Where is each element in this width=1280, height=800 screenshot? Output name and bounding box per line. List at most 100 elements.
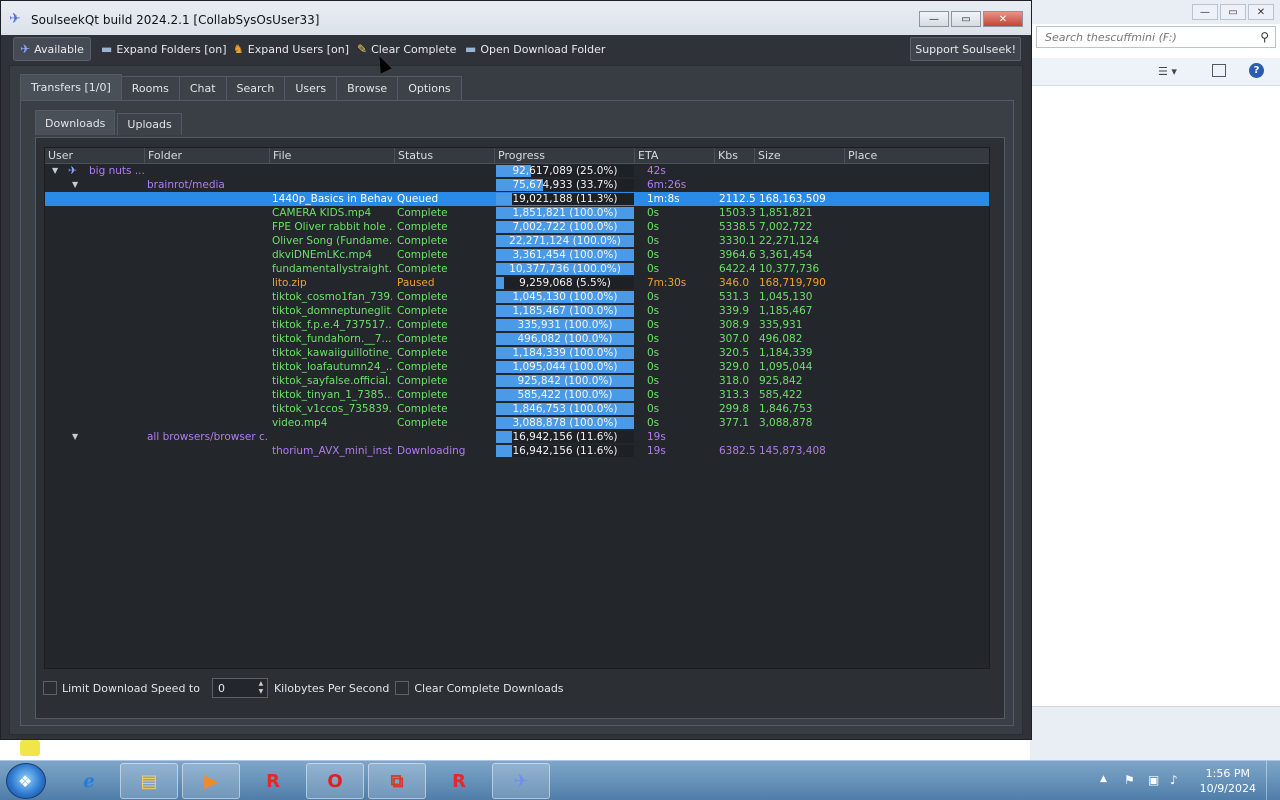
roblox-icon[interactable]: R	[244, 763, 302, 799]
expand-arrow-icon[interactable]: ▼	[52, 164, 58, 178]
show-hidden-icons-icon[interactable]: ▲	[1100, 774, 1107, 784]
open-download-folder-button[interactable]: ▬ Open Download Folder	[459, 37, 611, 61]
tab-downloads[interactable]: Downloads	[35, 110, 116, 135]
table-row[interactable]: 1440p_Basics in Behav... Queued 19,021,188…	[45, 192, 989, 206]
available-status-button[interactable]: ✈ Available	[13, 37, 91, 61]
limit-speed-checkbox[interactable]	[43, 681, 57, 695]
speed-limit-value: 0	[217, 682, 225, 695]
expand-arrow-icon[interactable]: ▼	[72, 430, 78, 444]
system-tray: ▲ ⚑ ▣ ♪ 1:56 PM 10/9/2024	[1090, 761, 1280, 800]
table-row[interactable]: lito.zip Paused 9,259,068 (5.5%) 7m:30s 346.…	[45, 276, 989, 290]
network-icon[interactable]: ▣	[1148, 773, 1159, 787]
size-text: 7,002,722	[759, 221, 813, 233]
tab-search[interactable]: Search	[225, 76, 286, 100]
table-row[interactable]: tiktok_sayfalse.official... Complete 925,8…	[45, 374, 989, 388]
kbs-text: 307.0	[719, 333, 750, 345]
eta-text: 19s	[647, 445, 666, 457]
soulseek-taskbar-icon[interactable]: ✈	[492, 763, 550, 799]
table-row[interactable]: tiktok_v1ccos_735839... Complete 1,846,753…	[45, 402, 989, 416]
tab-options[interactable]: Options	[397, 76, 462, 100]
clear-complete-button[interactable]: ✎ Clear Complete	[351, 37, 462, 61]
column-header-eta[interactable]: ETA	[635, 148, 715, 164]
folder-icon: ▬	[101, 42, 113, 56]
tab-uploads[interactable]: Uploads	[117, 113, 182, 135]
column-header-place[interactable]: Place	[845, 148, 989, 164]
opera-icon[interactable]: O	[306, 763, 364, 799]
roblox-studio-icon[interactable]: R	[430, 763, 488, 799]
table-row[interactable]: dkviDNEmLKc.mp4 Complete 3,361,454 (100.0%…	[45, 248, 989, 262]
table-row[interactable]: tiktok_loafautumn24_... Complete 1,095,044…	[45, 360, 989, 374]
explorer-maximize-button[interactable]: ▭	[1220, 4, 1246, 20]
file-explorer-icon[interactable]: ▤	[120, 763, 178, 799]
table-row[interactable]: thorium_AVX_mini_inst... Downloading 16,94…	[45, 444, 989, 458]
view-options-icon[interactable]: ☰ ▾	[1158, 65, 1177, 78]
spinner-arrows-icon[interactable]: ▲ ▼	[256, 680, 266, 696]
progress-text: 1,846,753 (100.0%)	[512, 403, 618, 415]
search-icon[interactable]: ⚲	[1260, 30, 1269, 44]
table-row[interactable]: tiktok_kawaiiguillotine_... Complete 1,184…	[45, 346, 989, 360]
expand-users-button[interactable]: ♞ Expand Users [on]	[227, 37, 355, 61]
soulseek-bird-icon: ✈	[20, 42, 31, 56]
preview-pane-icon[interactable]	[1212, 64, 1226, 77]
kbs-text: 318.0	[719, 375, 750, 387]
table-row[interactable]: video.mp4 Complete 3,088,878 (100.0%) 0s 377…	[45, 416, 989, 430]
table-row[interactable]: tiktok_fundahorn.__7... Complete 496,082 (…	[45, 332, 989, 346]
internet-explorer-icon[interactable]: ℯ	[60, 763, 118, 799]
explorer-minimize-button[interactable]: —	[1192, 4, 1218, 20]
close-button[interactable]: ✕	[983, 11, 1023, 27]
toolbox-icon[interactable]: ⧉	[368, 763, 426, 799]
start-button[interactable]: ❖	[6, 763, 46, 799]
tab-browse[interactable]: Browse	[336, 76, 399, 100]
media-player-icon[interactable]: ▶	[182, 763, 240, 799]
table-row[interactable]: ▼ ✈ big nuts ... 92,617,089 (25.0%) 42s	[45, 164, 989, 178]
table-row[interactable]: tiktok_domneptuneglit... Complete 1,185,46…	[45, 304, 989, 318]
column-header-status[interactable]: Status	[395, 148, 495, 164]
table-row[interactable]: CAMERA KIDS.mp4 Complete 1,851,821 (100.0%…	[45, 206, 989, 220]
progress-bar: 1,185,467 (100.0%)	[496, 305, 634, 317]
kbs-text: 6382.5	[719, 445, 755, 457]
help-icon[interactable]: ?	[1249, 63, 1264, 78]
tab-chat[interactable]: Chat	[178, 76, 227, 100]
status-text: Complete	[397, 221, 448, 233]
action-center-flag-icon[interactable]: ⚑	[1124, 773, 1135, 787]
table-row[interactable]: ▼ brainrot/media 75,674,933 (33.7%) 6m:26s	[45, 178, 989, 192]
table-row[interactable]: Oliver Song (Fundame... Complete 22,271,12…	[45, 234, 989, 248]
status-text: Complete	[397, 207, 448, 219]
background-explorer-window: — ▭ ✕ Search thescuffmini (F:) ⚲ ☰ ▾ ?	[1030, 0, 1280, 760]
table-row[interactable]: fundamentallystraight... Complete 10,377,7…	[45, 262, 989, 276]
clear-complete-downloads-checkbox[interactable]	[395, 681, 410, 695]
column-header-progress[interactable]: Progress	[495, 148, 635, 164]
clock[interactable]: 1:56 PM 10/9/2024	[1200, 766, 1256, 796]
progress-text: 22,271,124 (100.0%)	[509, 235, 621, 247]
progress-bar: 3,361,454 (100.0%)	[496, 249, 634, 261]
table-row[interactable]: tiktok_f.p.e.4_737517... Complete 335,931 …	[45, 318, 989, 332]
table-row[interactable]: ▼ all browsers/browser c... 16,942,156 (11…	[45, 430, 989, 444]
tab-transfers[interactable]: Transfers [1/0]	[20, 74, 122, 100]
progress-text: 1,045,130 (100.0%)	[512, 291, 618, 303]
column-header-file[interactable]: File	[270, 148, 395, 164]
table-row[interactable]: tiktok_tinyan_1_7385... Complete 585,422 (…	[45, 388, 989, 402]
downloads-tree[interactable]: User Folder File Status Progress ETA Kbs…	[44, 147, 990, 669]
table-row[interactable]: FPE Oliver rabbit hole ... Complete 7,002,…	[45, 220, 989, 234]
show-desktop-button[interactable]	[1266, 761, 1280, 800]
explorer-search-input[interactable]: Search thescuffmini (F:) ⚲	[1036, 26, 1276, 48]
support-soulseek-button[interactable]: Support Soulseek!	[910, 37, 1021, 61]
column-header-kbs[interactable]: Kbs	[715, 148, 755, 164]
explorer-close-button[interactable]: ✕	[1248, 4, 1274, 20]
volume-muted-icon[interactable]: ♪	[1170, 773, 1178, 787]
column-header-size[interactable]: Size	[755, 148, 845, 164]
speed-limit-spinbox[interactable]: 0 ▲ ▼	[211, 678, 268, 698]
minimize-button[interactable]: —	[919, 11, 949, 27]
maximize-button[interactable]: ▭	[951, 11, 981, 27]
expand-folders-button[interactable]: ▬ Expand Folders [on]	[95, 37, 232, 61]
column-header-folder[interactable]: Folder	[145, 148, 270, 164]
user-name: big nuts ...	[89, 165, 145, 177]
tab-users[interactable]: Users	[284, 76, 338, 100]
users-icon: ♞	[233, 42, 244, 56]
column-header-user[interactable]: User	[45, 148, 145, 164]
tab-rooms[interactable]: Rooms	[120, 76, 180, 100]
progress-text: 1,851,821 (100.0%)	[512, 207, 618, 219]
expand-arrow-icon[interactable]: ▼	[72, 178, 78, 192]
table-row[interactable]: tiktok_cosmo1fan_739... Complete 1,045,130…	[45, 290, 989, 304]
status-text: Complete	[397, 249, 448, 261]
